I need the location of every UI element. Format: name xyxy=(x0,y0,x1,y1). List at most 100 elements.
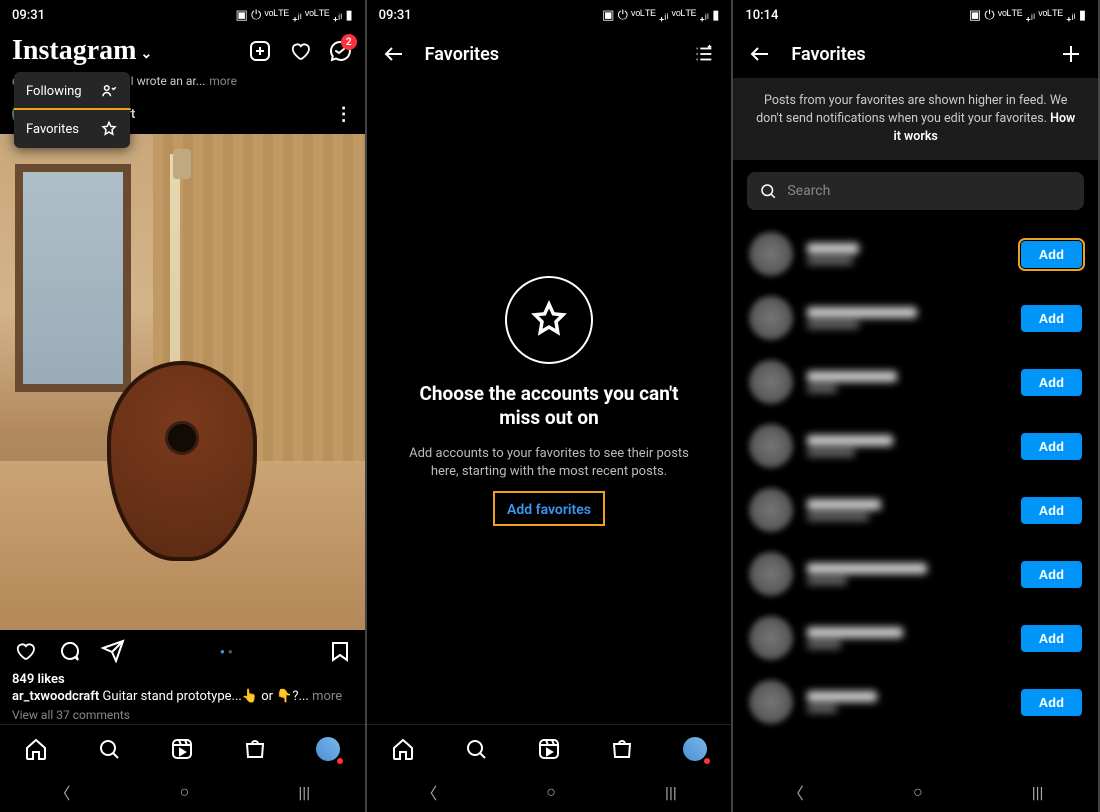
comment-button[interactable] xyxy=(56,638,82,664)
account-avatar[interactable] xyxy=(749,360,793,404)
add-account-button[interactable]: Add xyxy=(1021,433,1082,460)
add-account-button[interactable]: Add xyxy=(1021,305,1082,332)
dropdown-favorites[interactable]: Favorites xyxy=(14,108,130,148)
dropdown-following[interactable]: Following xyxy=(14,72,130,110)
sys-recents[interactable]: ||| xyxy=(298,783,310,802)
nav-shop[interactable] xyxy=(609,736,635,762)
account-name-block xyxy=(807,691,1006,713)
account-avatar[interactable] xyxy=(749,488,793,532)
account-row[interactable]: Add xyxy=(747,350,1084,414)
sys-home[interactable]: ○ xyxy=(180,782,190,802)
add-account-button[interactable]: Add xyxy=(1021,241,1082,268)
account-row[interactable]: Add xyxy=(747,542,1084,606)
empty-state-icon-circle xyxy=(505,276,593,364)
back-button[interactable] xyxy=(381,41,407,67)
bookmark-icon xyxy=(328,639,352,663)
home-icon xyxy=(24,737,48,761)
add-account-button[interactable]: Add xyxy=(1021,497,1082,524)
add-account-button[interactable]: Add xyxy=(1021,561,1082,588)
manage-list-button[interactable] xyxy=(691,41,717,67)
caption-more: more xyxy=(309,689,342,704)
sys-home[interactable]: ○ xyxy=(913,782,923,802)
post-image[interactable] xyxy=(0,134,365,630)
nav-reels[interactable] xyxy=(536,736,562,762)
plus-icon xyxy=(1059,42,1083,66)
search-input[interactable]: Search xyxy=(747,172,1084,210)
add-favorite-button[interactable] xyxy=(1058,41,1084,67)
account-avatar[interactable] xyxy=(749,616,793,660)
phone-screen-2: 09:31 ▣ ⏻ ᵛᵒᴸᵀᴱ ₊ᵢₗ ᵛᵒᴸᵀᴱ ₊ᵢₗ ▮ Favorite… xyxy=(367,0,734,812)
page-title: Favorites xyxy=(425,44,674,65)
profile-avatar-icon xyxy=(683,737,707,761)
account-avatar[interactable] xyxy=(749,680,793,724)
account-row[interactable]: Add xyxy=(747,478,1084,542)
nav-shop[interactable] xyxy=(242,736,268,762)
view-comments-link[interactable]: View all 37 comments xyxy=(0,706,365,724)
dropdown-favorites-label: Favorites xyxy=(26,122,92,137)
nav-search[interactable] xyxy=(463,736,489,762)
account-avatar[interactable] xyxy=(749,424,793,468)
status-icons: ▣ ⏻ ᵛᵒᴸᵀᴱ ₊ᵢₗ ᵛᵒᴸᵀᴱ ₊ᵢₗ ▮ xyxy=(969,7,1086,23)
list-settings-icon xyxy=(693,43,715,65)
post-actions: ●● xyxy=(0,630,365,672)
save-button[interactable] xyxy=(327,638,353,664)
nav-home[interactable] xyxy=(23,736,49,762)
empty-body: Add accounts to your favorites to see th… xyxy=(397,445,702,481)
feed-filter-dropdown: Following Favorites xyxy=(14,72,130,148)
post-caption[interactable]: ar_txwoodcraft Guitar stand prototype...… xyxy=(0,687,365,706)
add-favorites-link[interactable]: Add favorites xyxy=(507,502,591,518)
search-icon xyxy=(464,737,488,761)
system-nav: 〈 ○ ||| xyxy=(733,772,1098,812)
post-more-button[interactable]: ⋮ xyxy=(335,104,353,125)
status-bar: 09:31 ▣ ⏻ ᵛᵒᴸᵀᴱ ₊ᵢₗ ᵛᵒᴸᵀᴱ ₊ᵢₗ ▮ xyxy=(367,0,732,30)
status-icons: ▣ ⏻ ᵛᵒᴸᵀᴱ ₊ᵢₗ ᵛᵒᴸᵀᴱ ₊ᵢₗ ▮ xyxy=(602,7,719,23)
page-title: Favorites xyxy=(791,44,1040,65)
status-time: 09:31 xyxy=(379,8,602,23)
sys-recents[interactable]: ||| xyxy=(665,783,677,802)
accounts-list[interactable]: Add Add Add Add Add Add Add Add xyxy=(733,218,1098,772)
following-icon xyxy=(100,82,118,100)
back-button[interactable] xyxy=(747,41,773,67)
account-row[interactable]: Add xyxy=(747,414,1084,478)
account-name-block xyxy=(807,307,1006,329)
shop-icon xyxy=(610,737,634,761)
account-row[interactable]: Add xyxy=(747,670,1084,734)
caption-text: Guitar stand prototype...👆 or 👇?... xyxy=(99,689,309,704)
account-avatar[interactable] xyxy=(749,552,793,596)
account-row[interactable]: Add xyxy=(747,286,1084,350)
activity-button[interactable] xyxy=(287,38,313,64)
like-button[interactable] xyxy=(12,638,38,664)
nav-search[interactable] xyxy=(96,736,122,762)
sys-recents[interactable]: ||| xyxy=(1032,783,1044,802)
add-account-button[interactable]: Add xyxy=(1021,369,1082,396)
sys-back[interactable]: 〈 xyxy=(788,780,804,804)
sys-back[interactable]: 〈 xyxy=(421,780,437,804)
add-account-button[interactable]: Add xyxy=(1021,625,1082,652)
info-banner: Posts from your favorites are shown high… xyxy=(733,78,1098,160)
bottom-nav xyxy=(367,724,732,772)
account-row[interactable]: Add xyxy=(747,606,1084,670)
heart-icon xyxy=(13,639,37,663)
reels-icon xyxy=(170,737,194,761)
account-avatar[interactable] xyxy=(749,296,793,340)
nav-reels[interactable] xyxy=(169,736,195,762)
messages-badge: 2 xyxy=(341,34,357,50)
feed: concealment issue🎉 I wrote an ar... more… xyxy=(0,72,365,724)
create-post-button[interactable] xyxy=(247,38,273,64)
nav-home[interactable] xyxy=(390,736,416,762)
empty-state: Choose the accounts you can't miss out o… xyxy=(367,78,732,724)
account-row[interactable]: Add xyxy=(747,222,1084,286)
likes-count[interactable]: 849 likes xyxy=(0,672,365,687)
nav-profile[interactable] xyxy=(682,736,708,762)
nav-profile[interactable] xyxy=(315,736,341,762)
messages-button[interactable]: 2 xyxy=(327,38,353,64)
instagram-logo-button[interactable]: Instagram ⌄ xyxy=(12,35,233,67)
dropdown-following-label: Following xyxy=(26,84,92,99)
account-avatar[interactable] xyxy=(749,232,793,276)
sys-home[interactable]: ○ xyxy=(546,782,556,802)
shop-icon xyxy=(243,737,267,761)
home-icon xyxy=(391,737,415,761)
sys-back[interactable]: 〈 xyxy=(55,780,71,804)
share-button[interactable] xyxy=(100,638,126,664)
add-account-button[interactable]: Add xyxy=(1021,689,1082,716)
